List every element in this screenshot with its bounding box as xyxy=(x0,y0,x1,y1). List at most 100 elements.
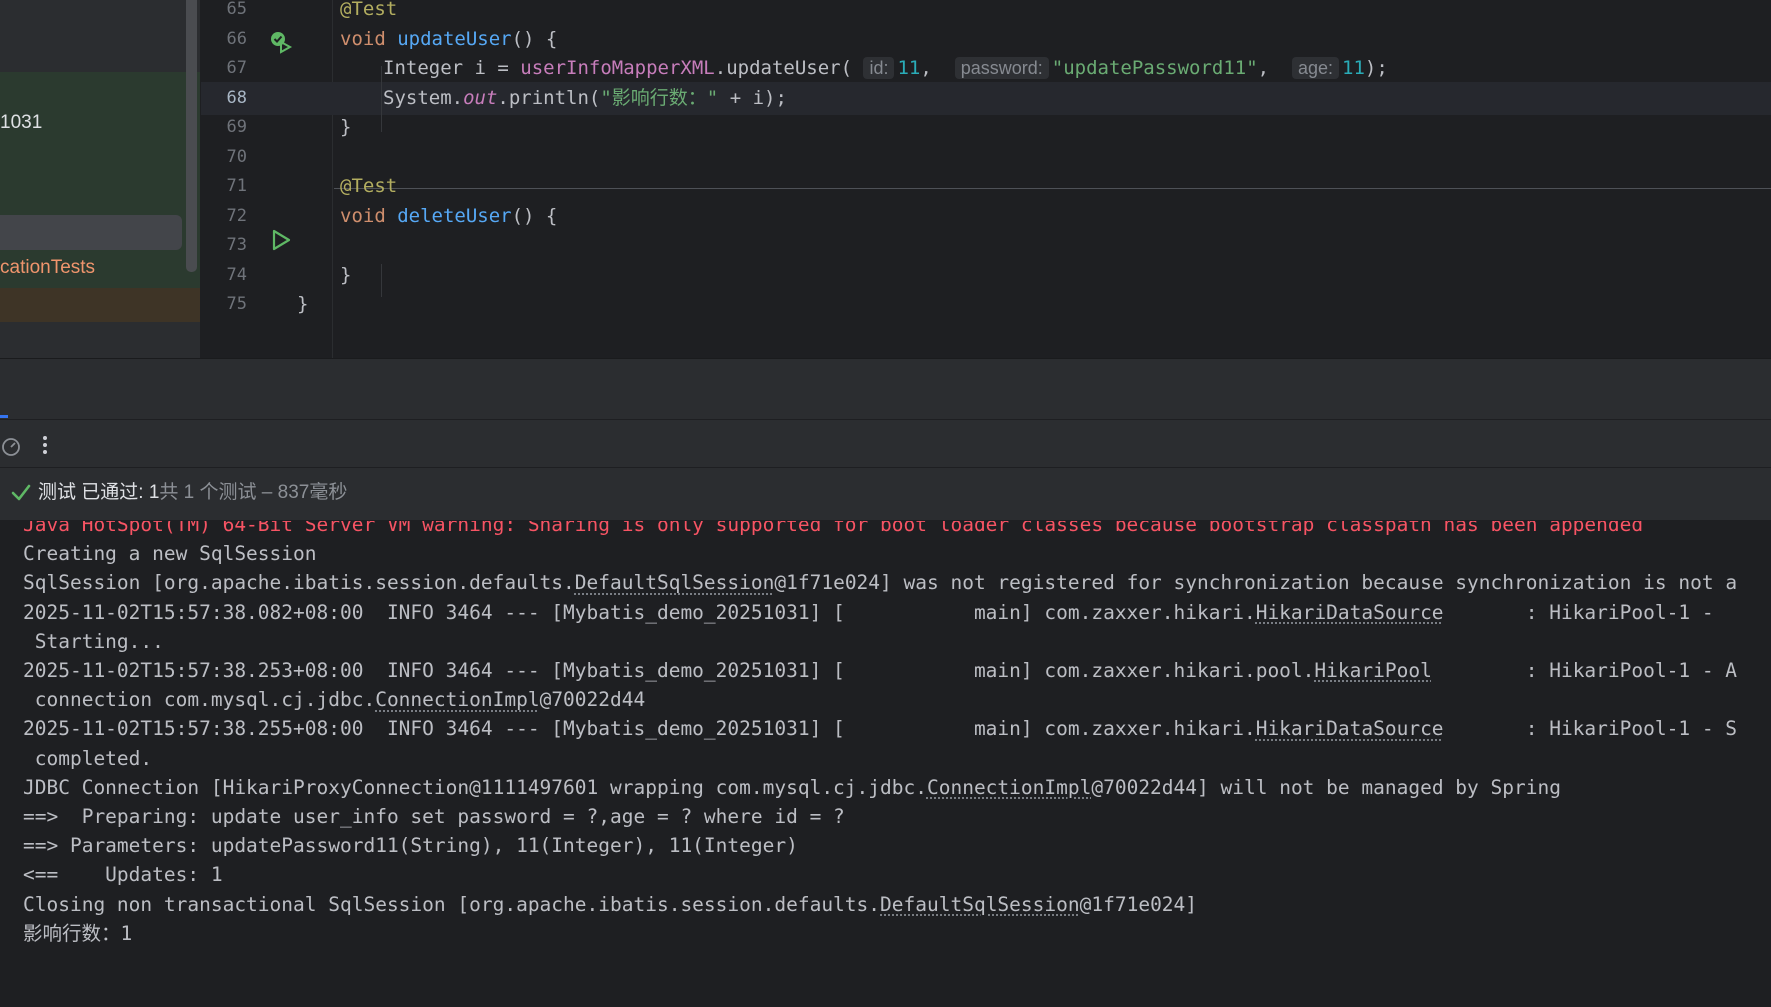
console-line: <== Updates: 1 xyxy=(23,858,223,891)
code-token: "影响行数：" xyxy=(600,86,719,109)
console-line: SqlSession [org.apache.ibatis.session.de… xyxy=(23,566,1737,599)
code-token: } xyxy=(297,293,309,315)
console-line: JDBC Connection [HikariProxyConnection@1… xyxy=(23,771,1561,804)
console-line: Starting... xyxy=(23,625,164,658)
test-status-text: 测试 已通过: 1共 1 个测试 – 837毫秒 xyxy=(38,468,347,518)
code-token: deleteUser xyxy=(397,204,512,227)
console-text: @70022d44 xyxy=(539,688,646,712)
code-token: , xyxy=(1257,57,1292,79)
code-token: 11 xyxy=(897,57,921,79)
console-link[interactable]: ConnectionImpl xyxy=(375,688,539,711)
line-number[interactable]: 69 xyxy=(201,111,247,144)
console-text: ==> Preparing: update user_info set pass… xyxy=(23,805,845,828)
panel-divider[interactable] xyxy=(0,358,1771,419)
code-text[interactable]: System.out.println("影响行数：" + i); xyxy=(383,82,787,115)
code-token: .println( xyxy=(497,86,601,109)
code-token: + i); xyxy=(718,86,787,109)
code-line[interactable]: 75} xyxy=(201,288,1771,321)
code-token: userInfoMapperXML xyxy=(520,57,715,79)
console-link[interactable]: ConnectionImpl xyxy=(927,776,1091,799)
code-text[interactable]: } xyxy=(340,111,351,144)
tree-item-highlight[interactable] xyxy=(0,288,200,322)
console-text: @70022d44] will not be managed by Spring xyxy=(1091,775,1561,799)
code-editor[interactable]: 65 @Test 66 void updateUser() {67 Integer i … xyxy=(201,0,1771,358)
console-text: Creating a new SqlSession xyxy=(23,542,317,566)
code-line[interactable]: 68 System.out.println("影响行数：" + i); xyxy=(201,81,1771,115)
code-line[interactable]: 67 Integer i = userInfoMapperXML.updateUs… xyxy=(201,52,1771,85)
tree-item-selected[interactable] xyxy=(0,215,182,250)
console-link[interactable]: DefaultSqlSession xyxy=(880,893,1080,916)
console-line: 2025-11-02T15:57:38.255+08:00 INFO 3464 … xyxy=(23,712,1737,745)
tree-item-module[interactable]: 1031 xyxy=(0,112,42,134)
line-number[interactable]: 73 xyxy=(201,229,247,262)
console-text: SqlSession [org.apache.ibatis.session.de… xyxy=(23,571,575,595)
console-line: connection com.mysql.cj.jdbc.ConnectionI… xyxy=(23,683,646,716)
console-line: 影响行数：1 xyxy=(23,917,132,950)
code-token: } xyxy=(340,263,352,286)
code-line[interactable]: 71 @Test xyxy=(201,170,1771,203)
code-token: updateUser xyxy=(397,27,512,50)
code-text[interactable]: void deleteUser() { xyxy=(340,200,557,233)
more-options-icon[interactable] xyxy=(36,433,54,457)
console-text: JDBC Connection [HikariProxyConnection@1… xyxy=(23,775,927,799)
run-passed-icon[interactable] xyxy=(269,30,293,54)
code-line[interactable]: 74} xyxy=(201,259,1771,292)
code-token: @Test xyxy=(340,175,398,197)
console-link[interactable]: HikariDataSource xyxy=(1256,717,1444,740)
test-status-detail: 共 1 个测试 – 837毫秒 xyxy=(159,482,348,503)
code-line[interactable]: 66 void updateUser() { xyxy=(201,23,1771,56)
history-icon[interactable] xyxy=(0,435,22,457)
console-line: 2025-11-02T15:57:38.253+08:00 INFO 3464 … xyxy=(23,654,1737,687)
console-link[interactable]: HikariDataSource xyxy=(1256,601,1444,624)
line-number[interactable]: 67 xyxy=(201,52,247,85)
code-text[interactable]: } xyxy=(297,288,308,321)
code-text[interactable]: Integer i = userInfoMapperXML.updateUser… xyxy=(383,52,1388,85)
console-text: Java HotSpot(TM) 64-Bit Server VM warnin… xyxy=(23,521,1644,536)
code-token: System. xyxy=(383,86,464,109)
console-text: ==> Parameters: updatePassword11(String)… xyxy=(23,834,798,858)
console-text: : HikariPool-1 - A xyxy=(1431,659,1738,682)
console-text: Closing non transactional SqlSession [or… xyxy=(23,892,881,916)
console-link[interactable]: DefaultSqlSession xyxy=(575,571,775,594)
checkmark-icon xyxy=(11,484,31,501)
console-text: completed. xyxy=(23,746,153,770)
console-text: 2025-11-02T15:57:38.253+08:00 INFO 3464 … xyxy=(23,659,1315,682)
line-number[interactable]: 71 xyxy=(201,170,247,203)
code-token: void xyxy=(340,204,398,227)
tree-item-test-class[interactable]: cationTests xyxy=(0,257,95,279)
tree-module-highlight xyxy=(0,72,200,288)
code-text[interactable]: @Test xyxy=(340,170,397,203)
run-icon[interactable] xyxy=(269,228,293,252)
line-number[interactable]: 72 xyxy=(201,200,247,233)
code-line[interactable]: 69} xyxy=(201,111,1771,144)
line-number[interactable]: 70 xyxy=(201,141,247,174)
code-text[interactable]: void updateUser() { xyxy=(340,23,557,56)
test-status-label: 测试 已通过: 1 xyxy=(38,482,160,503)
line-number[interactable]: 66 xyxy=(201,23,247,56)
console-output[interactable]: Java HotSpot(TM) 64-Bit Server VM warnin… xyxy=(0,521,1771,1007)
console-link[interactable]: HikariPool xyxy=(1314,659,1431,682)
project-tree: 1031 cationTests xyxy=(0,0,200,358)
code-token: ); xyxy=(1364,57,1388,79)
console-text: @1f71e024] xyxy=(1079,892,1198,916)
console-line: completed. xyxy=(23,742,152,775)
active-tab-indicator xyxy=(0,415,8,418)
parameter-hint: age: xyxy=(1291,57,1340,79)
console-line: ==> Preparing: update user_info set pass… xyxy=(23,800,845,833)
console-text: : HikariPool-1 - xyxy=(1443,600,1726,624)
code-token: .updateUser( xyxy=(714,57,864,79)
code-token: 11 xyxy=(1342,57,1365,79)
line-number[interactable]: 74 xyxy=(201,259,247,292)
line-number[interactable]: 68 xyxy=(201,82,247,115)
code-line[interactable]: 73 xyxy=(201,229,1771,262)
tree-scrollbar[interactable] xyxy=(186,0,197,272)
run-toolbar xyxy=(0,419,1771,468)
code-line[interactable]: 70 xyxy=(201,141,1771,174)
indent-guide xyxy=(381,264,382,297)
code-text[interactable]: } xyxy=(340,259,351,292)
code-line[interactable]: 72 void deleteUser() { xyxy=(201,200,1771,233)
line-number[interactable]: 75 xyxy=(201,288,247,321)
console-text: : HikariPool-1 - S xyxy=(1443,717,1738,741)
code-token: () { xyxy=(511,204,558,227)
code-token: , xyxy=(920,57,955,79)
